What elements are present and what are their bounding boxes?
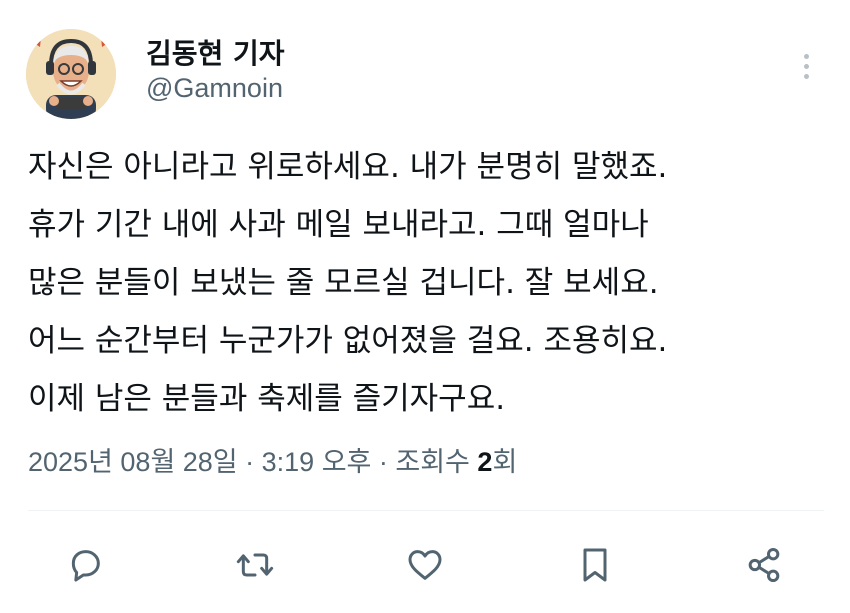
divider (28, 510, 824, 511)
tweet-line: 이제 남은 분들과 축제를 즐기자구요. (28, 381, 506, 417)
views-suffix: 회 (492, 447, 518, 477)
avatar[interactable] (26, 29, 116, 119)
tweet-meta: 2025년 08월 28일 · 3:19 오후 · 조회수 2회 (28, 440, 517, 479)
tweet-line: 자신은 아니라고 위로하세요. 내가 분명히 말했죠. (28, 149, 668, 185)
tweet-line: 어느 순간부터 누군가가 없어졌을 걸요. 조용히요. (28, 323, 668, 359)
like-icon (408, 550, 442, 580)
timestamp[interactable]: 2025년 08월 28일 · 3:19 오후 · 조회수 (28, 447, 477, 477)
like-button[interactable] (400, 540, 450, 590)
retweet-button[interactable] (230, 540, 280, 590)
bookmark-button[interactable] (570, 540, 620, 590)
retweet-icon (236, 553, 274, 577)
bookmark-icon (583, 548, 607, 582)
tweet-line: 휴가 기간 내에 사과 메일 보내라고. 그때 얼마나 (28, 207, 649, 243)
author-handle[interactable]: @Gamnoin (146, 73, 283, 104)
views-count: 2 (477, 447, 493, 477)
more-options-icon[interactable] (795, 46, 817, 86)
author-name[interactable]: 김동현 기자 (146, 32, 285, 72)
share-button[interactable] (739, 540, 789, 590)
tweet-line: 많은 분들이 보냈는 줄 모르실 겁니다. 잘 보세요. (28, 265, 659, 301)
gamer-grandpa-avatar-image (26, 29, 116, 119)
tweet-text: 자신은 아니라고 위로하세요. 내가 분명히 말했죠. 휴가 기간 내에 사과 … (28, 138, 828, 428)
share-icon (748, 548, 780, 582)
reply-button[interactable] (60, 540, 110, 590)
reply-icon (71, 550, 100, 582)
